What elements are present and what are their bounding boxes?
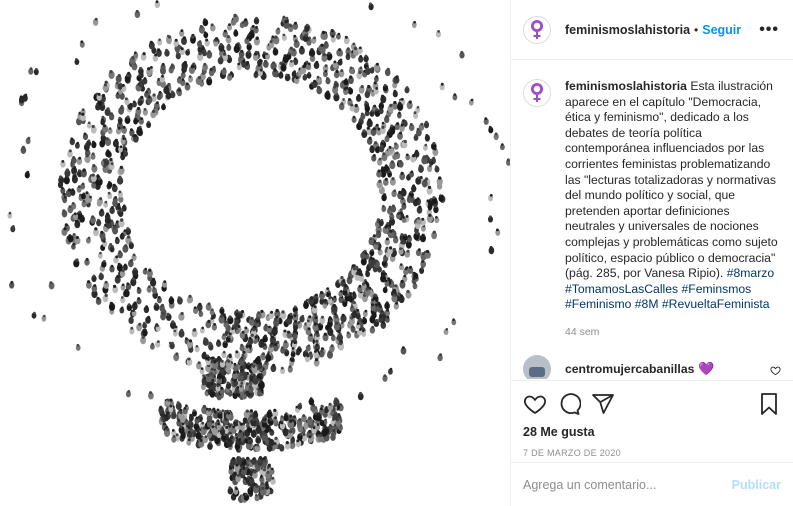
comment-icon[interactable] (557, 392, 581, 416)
post-actions: 28 Me gusta 7 DE MARZO DE 2020 (511, 380, 793, 458)
hashtag-link[interactable]: #Feminsmos (682, 282, 752, 296)
likes-count[interactable]: 28 Me gusta (523, 425, 781, 439)
profile-avatar[interactable] (523, 15, 551, 44)
bookmark-icon[interactable] (757, 392, 781, 416)
heart-icon[interactable] (523, 392, 547, 416)
caption-avatar[interactable] (523, 79, 551, 107)
caption-text: Esta ilustración aparece en el capítulo … (565, 79, 778, 281)
comment-input[interactable] (523, 477, 732, 492)
ellipsis-icon[interactable]: ••• (759, 21, 779, 39)
crowd-people (7, 0, 510, 504)
post-header: feminismoslahistoria • Seguir ••• (511, 0, 793, 60)
caption-time[interactable]: 44 sem (565, 325, 780, 341)
hashtag-link[interactable]: #8marzo (727, 266, 774, 280)
venus-logo-icon (531, 19, 543, 39)
follow-button[interactable]: Seguir (702, 23, 741, 37)
purple-heart-emoji: 💜 (698, 360, 715, 376)
comments-section[interactable]: feminismoslahistoria Esta ilustración ap… (511, 61, 793, 379)
venus-logo-icon (531, 83, 543, 102)
publish-button[interactable]: Publicar (732, 478, 781, 492)
hashtag-link[interactable]: #TomamosLasCalles (565, 282, 678, 296)
header-separator: • (694, 22, 699, 37)
hashtag-link[interactable]: #RevueltaFeminista (662, 297, 770, 311)
comment-row: centromujercabanillas 💜 (523, 354, 781, 379)
hashtag-link[interactable]: #Feminismo (565, 297, 631, 311)
header-username[interactable]: feminismoslahistoria (565, 23, 690, 37)
caption-username[interactable]: feminismoslahistoria (565, 79, 687, 93)
post-image[interactable] (0, 0, 510, 506)
hashtag-link[interactable]: #8M (635, 297, 659, 311)
post-side-panel: feminismoslahistoria • Seguir ••• femini… (510, 0, 793, 506)
commenter-avatar[interactable] (523, 354, 551, 379)
paper-plane-icon[interactable] (591, 392, 615, 416)
caption: feminismoslahistoria Esta ilustración ap… (523, 79, 781, 341)
caption-body: feminismoslahistoria Esta ilustración ap… (565, 79, 780, 341)
action-icons (523, 391, 781, 417)
comment-composer: Publicar (511, 462, 793, 506)
comment-username[interactable]: centromujercabanillas (565, 362, 694, 376)
post-date: 7 DE MARZO DE 2020 (523, 448, 621, 458)
comment-like-heart-icon[interactable] (770, 365, 781, 376)
venus-crowd-illustration (7, 0, 510, 504)
